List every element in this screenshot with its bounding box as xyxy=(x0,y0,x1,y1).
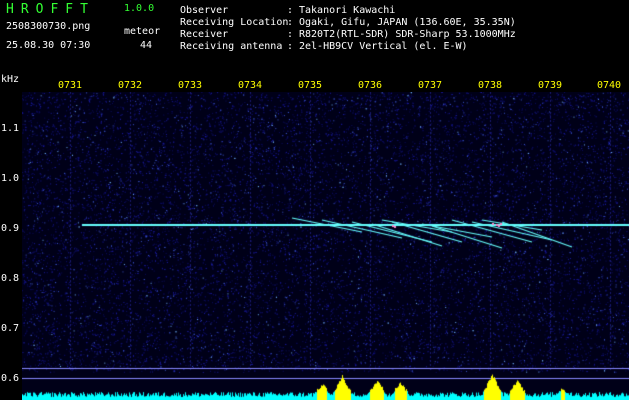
info-value-receiver: R820T2(RTL-SDR) SDR-Sharp 53.1000MHz xyxy=(299,29,516,40)
freq-tick: 0.7 xyxy=(1,323,20,334)
app-title: HROFFT xyxy=(6,2,95,17)
time-tick: 0738 xyxy=(477,80,503,91)
time-tick: 0731 xyxy=(57,80,83,91)
time-tick: 0740 xyxy=(596,80,622,91)
time-tick: 0732 xyxy=(117,80,143,91)
filename-label: 2508300730.png xyxy=(6,21,91,32)
time-tick: 0736 xyxy=(357,80,383,91)
time-tick: 0737 xyxy=(417,80,443,91)
freq-tick: 0.6 xyxy=(1,373,20,384)
time-tick: 0739 xyxy=(537,80,563,91)
meteor-count: 44 xyxy=(140,40,153,51)
app-version: 1.0.0 xyxy=(124,3,155,14)
freq-tick: 0.9 xyxy=(1,223,20,234)
info-colon: : xyxy=(287,41,294,52)
info-key-antenna: Receiving antenna xyxy=(180,41,283,52)
timestamp-label: 25.08.30 07:30 xyxy=(6,40,91,51)
info-colon: : xyxy=(287,5,294,16)
spectrogram xyxy=(22,92,629,400)
time-tick: 0734 xyxy=(237,80,263,91)
freq-tick: 1.0 xyxy=(1,173,20,184)
info-colon: : xyxy=(287,29,294,40)
meteor-label: meteor xyxy=(124,26,161,37)
freq-tick: 0.8 xyxy=(1,273,20,284)
info-value-observer: Takanori Kawachi xyxy=(299,5,396,16)
info-value-location: Ogaki, Gifu, JAPAN (136.60E, 35.35N) xyxy=(299,17,516,28)
time-tick: 0735 xyxy=(297,80,323,91)
time-tick: 0733 xyxy=(177,80,203,91)
freq-tick: 1.1 xyxy=(1,123,20,134)
info-colon: : xyxy=(287,17,294,28)
info-value-antenna: 2el-HB9CV Vertical (el. E-W) xyxy=(299,41,468,52)
info-key-receiver: Receiver xyxy=(180,29,229,40)
info-key-observer: Observer xyxy=(180,5,229,16)
freq-unit-label: kHz xyxy=(1,74,20,85)
info-key-location: Receiving Location xyxy=(180,17,289,28)
